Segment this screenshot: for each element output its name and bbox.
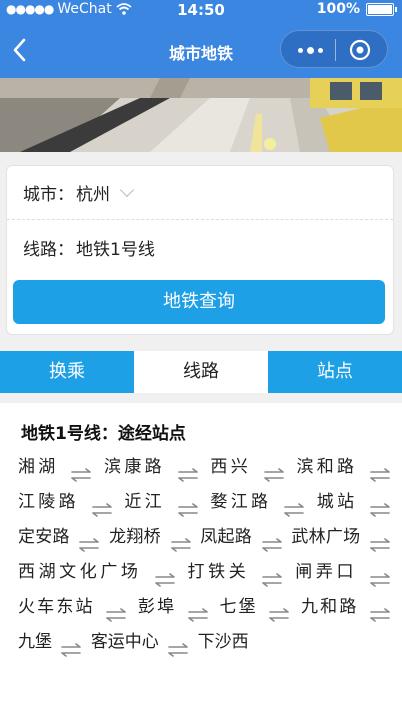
station-item: 定安路 xyxy=(18,527,70,547)
station-item: 凤起路 xyxy=(200,527,253,547)
station-item: 婺江路 xyxy=(210,492,272,512)
result-header: 地铁1号线：途经站点 xyxy=(21,424,186,444)
bidirectional-arrow-icon xyxy=(77,530,101,552)
bidirectional-arrow-icon xyxy=(260,530,284,552)
subway-platform-image xyxy=(0,78,402,152)
line-picker[interactable]: 线路： 地铁1号线 xyxy=(7,220,393,274)
query-button[interactable]: 地铁查询 xyxy=(13,280,385,324)
tab-transfer[interactable]: 换乘 xyxy=(0,351,134,393)
bidirectional-arrow-icon xyxy=(69,460,93,482)
station-item: 近江 xyxy=(124,492,165,512)
bidirectional-arrow-icon xyxy=(104,600,128,622)
line-label: 线路： xyxy=(23,239,74,260)
station-item: 九堡 xyxy=(18,632,52,652)
battery-icon xyxy=(366,2,397,16)
station-list: 湘湖 滨康路 西兴 滨和路 江陵路 近江 婺江路 城站 定安路 龙翔桥 凤起路 … xyxy=(18,450,394,660)
station-item: 火车东站 xyxy=(18,597,95,617)
station-item: 客运中心 xyxy=(90,632,159,652)
city-label: 城市： xyxy=(23,185,74,205)
station-item: 彭埠 xyxy=(137,597,177,617)
city-picker[interactable]: 城市： 杭州 xyxy=(7,166,393,220)
station-item: 西兴 xyxy=(210,457,252,477)
station-item: 闸弄口 xyxy=(295,562,358,582)
bidirectional-arrow-icon xyxy=(90,495,114,517)
station-item: 城站 xyxy=(316,492,358,512)
bidirectional-arrow-icon xyxy=(368,530,392,552)
station-item: 九和路 xyxy=(300,597,359,617)
bidirectional-arrow-icon xyxy=(262,460,286,482)
more-icon[interactable] xyxy=(293,41,327,59)
station-item: 七堡 xyxy=(219,597,258,617)
station-item: 武林广场 xyxy=(291,527,361,547)
banner-image xyxy=(0,78,402,152)
city-value: 杭州 xyxy=(76,185,110,205)
station-item: 龙翔桥 xyxy=(109,527,161,547)
bidirectional-arrow-icon xyxy=(267,600,291,622)
result-panel: 地铁1号线：途经站点 湘湖 滨康路 西兴 滨和路 江陵路 近江 婺江路 城站 定… xyxy=(0,403,402,703)
line-value: 地铁1号线 xyxy=(76,239,155,260)
bidirectional-arrow-icon xyxy=(368,495,392,517)
mini-program-capsule xyxy=(280,30,388,68)
station-item: 滨康路 xyxy=(104,457,165,477)
bidirectional-arrow-icon xyxy=(186,600,210,622)
station-item: 打铁关 xyxy=(187,562,250,582)
status-right: 100% xyxy=(316,1,397,17)
tab-station[interactable]: 站点 xyxy=(268,351,402,393)
bidirectional-arrow-icon xyxy=(166,635,190,657)
bidirectional-arrow-icon xyxy=(153,565,177,587)
capsule-close-icon[interactable] xyxy=(349,39,371,61)
station-item: 滨和路 xyxy=(296,457,358,477)
bidirectional-arrow-icon xyxy=(282,495,306,517)
bidirectional-arrow-icon xyxy=(176,460,200,482)
station-item: 湘湖 xyxy=(18,457,59,477)
station-item: 西湖文化广场 xyxy=(18,562,142,582)
battery-percent: 100% xyxy=(316,1,360,17)
station-item: 下沙西 xyxy=(197,632,249,652)
chevron-down-icon xyxy=(119,182,135,197)
bidirectional-arrow-icon xyxy=(368,565,392,587)
station-item: 江陵路 xyxy=(18,492,79,512)
query-form: 城市： 杭州 线路： 地铁1号线 地铁查询 xyxy=(6,165,394,335)
status-bar: ●●●●● WeChat 14:50 100% xyxy=(0,0,402,22)
capsule-divider xyxy=(335,39,336,61)
bidirectional-arrow-icon xyxy=(368,460,392,482)
bidirectional-arrow-icon xyxy=(260,565,284,587)
nav-bar: 城市地铁 xyxy=(0,22,402,78)
tab-line[interactable]: 线路 xyxy=(134,351,268,393)
bidirectional-arrow-icon xyxy=(368,600,392,622)
bidirectional-arrow-icon xyxy=(169,530,193,552)
bidirectional-arrow-icon xyxy=(59,635,83,657)
tab-bar: 换乘 线路 站点 xyxy=(0,351,402,393)
bidirectional-arrow-icon xyxy=(176,495,200,517)
